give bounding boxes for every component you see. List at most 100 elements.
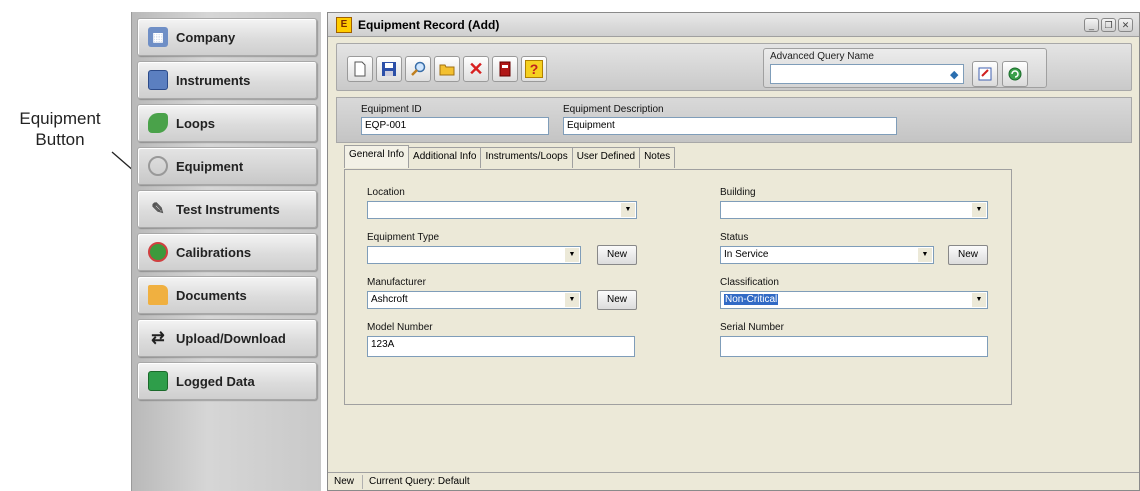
refresh-icon [1008, 67, 1022, 81]
tab-additional-info[interactable]: Additional Info [408, 147, 482, 168]
chevron-down-icon[interactable]: ▼ [918, 248, 932, 262]
book-icon [499, 61, 511, 77]
equipment-id-field[interactable]: EQP-001 [361, 117, 549, 135]
advanced-query-label: Advanced Query Name [770, 51, 874, 62]
report-button[interactable] [492, 56, 518, 82]
transfer-icon: ⇄ [151, 330, 165, 347]
location-select[interactable]: ▼ [367, 201, 637, 219]
model-number-field[interactable]: 123A [367, 336, 635, 357]
save-button[interactable] [376, 56, 402, 82]
sidebar-item-upload-download[interactable]: ⇄ Upload/Download [137, 319, 317, 357]
sidebar-item-calibrations[interactable]: Calibrations [137, 233, 317, 271]
test-probe-icon: ✎ [151, 201, 165, 218]
building-icon: ▦ [148, 27, 168, 47]
restore-button[interactable]: ❐ [1101, 18, 1116, 32]
tab-instruments-loops[interactable]: Instruments/Loops [480, 147, 573, 168]
record-toolbar: ✕ ? Advanced Query Name ◆ [336, 43, 1132, 91]
new-manufacturer-button[interactable]: New [597, 290, 637, 310]
serial-number-label: Serial Number [720, 322, 784, 333]
sidebar-item-label: Logged Data [176, 373, 255, 389]
chevron-down-icon[interactable]: ▼ [621, 203, 635, 217]
sidebar-item-label: Company [176, 29, 236, 45]
sidebar-item-equipment[interactable]: Equipment [137, 147, 317, 185]
tab-user-defined[interactable]: User Defined [571, 147, 641, 168]
sidebar-item-label: Test Instruments [176, 201, 280, 217]
status-query: Current Query: Default [369, 475, 470, 487]
general-info-panel: Location ▼ Building ▼ Equipment Type ▼ N… [344, 169, 1012, 405]
chevron-down-icon[interactable]: ▼ [565, 293, 579, 307]
sidebar-item-label: Loops [176, 115, 215, 131]
equipment-type-select[interactable]: ▼ [367, 246, 581, 264]
equipment-description-field[interactable]: Equipment [563, 117, 897, 135]
minimize-button[interactable]: _ [1084, 18, 1099, 32]
equipment-type-label: Equipment Type [367, 232, 440, 243]
chevron-down-icon[interactable]: ▼ [972, 203, 986, 217]
record-tabs: General Info Additional Info Instruments… [344, 145, 676, 168]
help-icon: ? [524, 60, 544, 78]
classification-label: Classification [720, 277, 779, 288]
help-button[interactable]: ? [521, 56, 547, 82]
sidebar-item-company[interactable]: ▦ Company [137, 18, 317, 56]
callout-line-2: Button [35, 130, 85, 149]
open-folder-icon [439, 64, 455, 76]
module-sidebar: ▦ Company Instruments Loops Equipment ✎ … [131, 12, 321, 491]
manufacturer-value: Ashcroft [371, 294, 408, 305]
equipment-id-label: Equipment ID [361, 104, 422, 115]
window-title: Equipment Record (Add) [358, 17, 500, 32]
open-button[interactable] [434, 56, 460, 82]
sidebar-item-label: Calibrations [176, 244, 252, 260]
window-controls: _ ❐ ✕ [1084, 18, 1133, 32]
status-select[interactable]: In Service ▼ [720, 246, 934, 264]
classification-select[interactable]: Non-Critical ▼ [720, 291, 988, 309]
status-bar: New Current Query: Default [328, 472, 1139, 490]
new-icon [354, 61, 366, 77]
advanced-query-select[interactable] [770, 64, 964, 84]
building-select[interactable]: ▼ [720, 201, 988, 219]
sidebar-item-loops[interactable]: Loops [137, 104, 317, 142]
sidebar-item-logged-data[interactable]: Logged Data [137, 362, 317, 400]
model-number-label: Model Number [367, 322, 433, 333]
query-edit-icon [978, 67, 992, 81]
gauge-icon [148, 242, 168, 262]
sidebar-item-test-instruments[interactable]: ✎ Test Instruments [137, 190, 317, 228]
building-label: Building [720, 187, 756, 198]
equipment-header-panel: Equipment ID EQP-001 Equipment Descripti… [336, 97, 1132, 143]
new-equipment-type-button[interactable]: New [597, 245, 637, 265]
classification-value: Non-Critical [724, 294, 779, 305]
manufacturer-select[interactable]: Ashcroft ▼ [367, 291, 581, 309]
chevron-down-icon[interactable]: ◆ [950, 68, 958, 81]
sidebar-item-label: Instruments [176, 72, 251, 88]
close-button[interactable]: ✕ [1118, 18, 1133, 32]
delete-button[interactable]: ✕ [463, 56, 489, 82]
run-query-button[interactable] [972, 61, 998, 87]
sidebar-item-instruments[interactable]: Instruments [137, 61, 317, 99]
advanced-query-panel: Advanced Query Name ◆ [763, 48, 1047, 88]
search-button[interactable] [405, 56, 431, 82]
chevron-down-icon[interactable]: ▼ [972, 293, 986, 307]
sidebar-item-label: Equipment [176, 158, 244, 174]
app-logo-icon: E [336, 16, 352, 33]
callout-line-1: Equipment [19, 109, 101, 128]
chevron-down-icon[interactable]: ▼ [565, 248, 579, 262]
magnifier-icon [148, 156, 168, 176]
calculator-icon [148, 70, 168, 90]
new-status-button[interactable]: New [948, 245, 988, 265]
sidebar-item-documents[interactable]: Documents [137, 276, 317, 314]
new-record-button[interactable] [347, 56, 373, 82]
status-label: Status [720, 232, 749, 243]
manufacturer-label: Manufacturer [367, 277, 426, 288]
serial-number-field[interactable] [720, 336, 988, 357]
delete-icon: ✕ [468, 58, 484, 79]
location-label: Location [367, 187, 405, 198]
sidebar-item-label: Documents [176, 287, 247, 303]
search-icon [411, 61, 426, 76]
data-log-icon [148, 371, 168, 391]
window-titlebar: E Equipment Record (Add) [328, 13, 1139, 37]
refresh-query-button[interactable] [1002, 61, 1028, 87]
tab-general-info[interactable]: General Info [344, 145, 410, 168]
equipment-description-label: Equipment Description [563, 104, 664, 115]
folder-icon [148, 285, 168, 305]
tab-notes[interactable]: Notes [639, 147, 676, 168]
status-mode: New [328, 474, 364, 489]
status-value: In Service [724, 249, 769, 260]
